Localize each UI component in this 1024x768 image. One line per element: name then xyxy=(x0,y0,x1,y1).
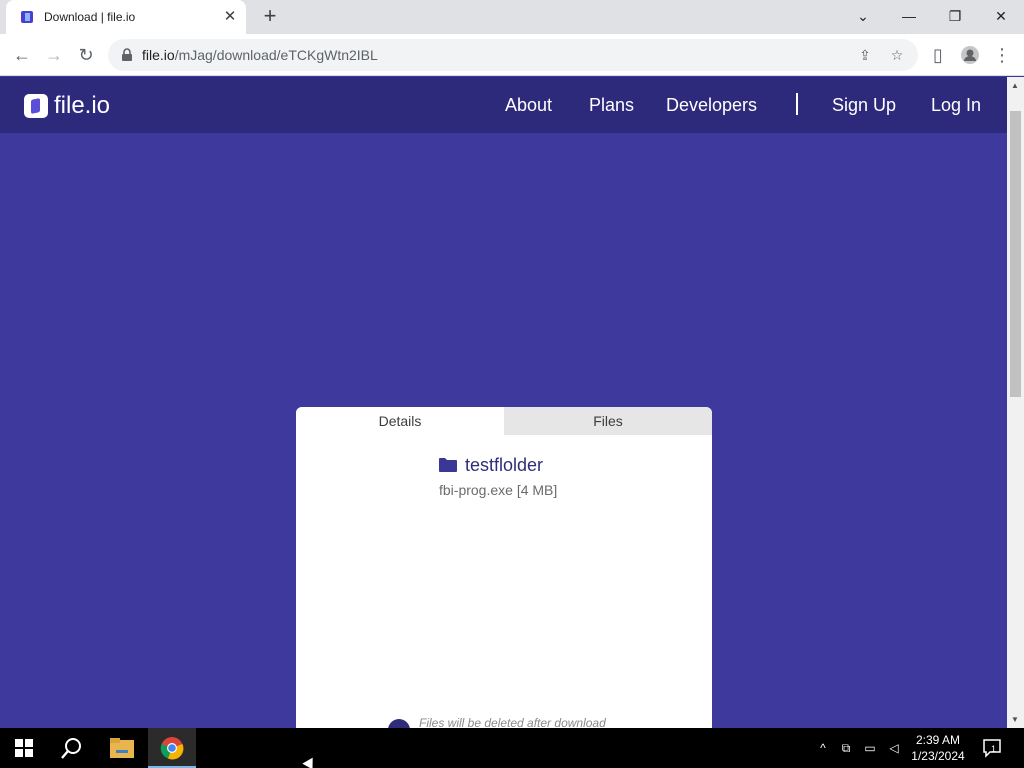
chevron-up-icon[interactable]: ^ xyxy=(815,740,831,756)
browser-toolbar: ← → ↻ file.io/mJag/download/eTCKgWtn2IBL… xyxy=(0,34,1024,76)
minimize-icon[interactable]: — xyxy=(886,0,932,34)
tab-details[interactable]: Details xyxy=(296,407,504,435)
scroll-thumb[interactable] xyxy=(1010,111,1021,397)
profile-icon[interactable] xyxy=(956,41,984,69)
profile-avatar-icon xyxy=(961,46,979,64)
fileio-logo-icon xyxy=(24,94,48,118)
restore-icon[interactable]: ❐ xyxy=(932,0,978,34)
url-path: /mJag/download/eTCKgWtn2IBL xyxy=(174,47,378,63)
volume-muted-icon[interactable]: ◁ xyxy=(886,740,902,756)
system-clock[interactable]: 2:39 AM 1/23/2024 xyxy=(904,732,972,764)
search-icon[interactable] xyxy=(48,728,96,768)
url-text[interactable]: file.io/mJag/download/eTCKgWtn2IBL xyxy=(142,47,378,63)
tab-title: Download | file.io xyxy=(44,10,136,24)
logo-text: file.io xyxy=(54,92,111,119)
nav-developers-link[interactable]: Developers xyxy=(666,95,757,116)
deletion-note: Files will be deleted after download xyxy=(419,716,606,728)
file-entry: fbi-prog.exe [4 MB] xyxy=(439,482,558,498)
window-close-icon[interactable]: ✕ xyxy=(978,0,1024,34)
lock-icon xyxy=(122,48,132,61)
clock-time: 2:39 AM xyxy=(915,733,961,747)
notification-count: 1 xyxy=(991,744,997,754)
network-icon[interactable]: ▭ xyxy=(862,740,878,756)
folder-name: testflolder xyxy=(465,455,544,475)
chrome-logo-icon xyxy=(160,737,184,760)
nav-plans-link[interactable]: Plans xyxy=(589,95,634,116)
notification-center-icon[interactable]: 1 xyxy=(982,738,1002,758)
reload-icon[interactable]: ↻ xyxy=(72,41,100,69)
info-icon xyxy=(388,719,410,728)
share-icon[interactable]: ⇪ xyxy=(856,46,874,64)
magnifier-icon xyxy=(61,738,81,759)
kebab-menu-icon[interactable]: ⋮ xyxy=(988,41,1016,69)
fileio-logo[interactable]: file.io xyxy=(24,92,110,120)
browser-tab-strip: Download | file.io ✕ + ⌄ — ❐ ✕ xyxy=(0,0,1024,34)
browser-tab[interactable]: Download | file.io ✕ xyxy=(6,0,246,34)
fileio-favicon xyxy=(21,11,33,23)
folder-taskbar-icon xyxy=(110,738,134,758)
folder-icon xyxy=(439,458,457,472)
site-navbar: file.io About Plans Developers Sign Up L… xyxy=(0,77,1007,133)
scroll-down-arrow-icon[interactable]: ▼ xyxy=(1011,715,1019,724)
windows-start-icon[interactable] xyxy=(0,728,48,768)
windows-taskbar: ^ ⧉ ▭ ◁ 2:39 AM 1/23/2024 1 xyxy=(0,728,1024,768)
tab-files[interactable]: Files xyxy=(504,407,712,435)
windows-logo-icon xyxy=(15,739,33,757)
download-card: Details Files testflolder fbi-prog.exe [… xyxy=(296,407,712,728)
file-explorer-icon[interactable] xyxy=(98,728,146,768)
page-scrollbar[interactable]: ▲ ▼ xyxy=(1007,77,1024,728)
nav-separator xyxy=(796,93,798,115)
tab-close-icon[interactable]: ✕ xyxy=(222,9,238,25)
bookmark-star-icon[interactable]: ☆ xyxy=(888,46,906,64)
url-host: file.io xyxy=(142,47,175,63)
nav-signup-link[interactable]: Sign Up xyxy=(832,95,896,116)
page-viewport: file.io About Plans Developers Sign Up L… xyxy=(0,77,1007,728)
nav-about-link[interactable]: About xyxy=(505,95,552,116)
side-panel-icon[interactable]: ▯ xyxy=(924,41,952,69)
tab-search-chevron-down-icon[interactable]: ⌄ xyxy=(840,0,886,34)
network-warning-icon[interactable]: ⧉ xyxy=(838,740,854,756)
nav-login-link[interactable]: Log In xyxy=(931,95,981,116)
address-bar[interactable]: file.io/mJag/download/eTCKgWtn2IBL ⇪ ☆ xyxy=(108,39,918,71)
scroll-up-arrow-icon[interactable]: ▲ xyxy=(1011,81,1019,90)
clock-date: 1/23/2024 xyxy=(911,749,965,763)
chrome-icon[interactable] xyxy=(148,728,196,768)
back-arrow-icon[interactable]: ← xyxy=(8,41,36,69)
new-tab-plus-icon[interactable]: + xyxy=(258,5,282,29)
forward-arrow-icon[interactable]: → xyxy=(40,41,68,69)
